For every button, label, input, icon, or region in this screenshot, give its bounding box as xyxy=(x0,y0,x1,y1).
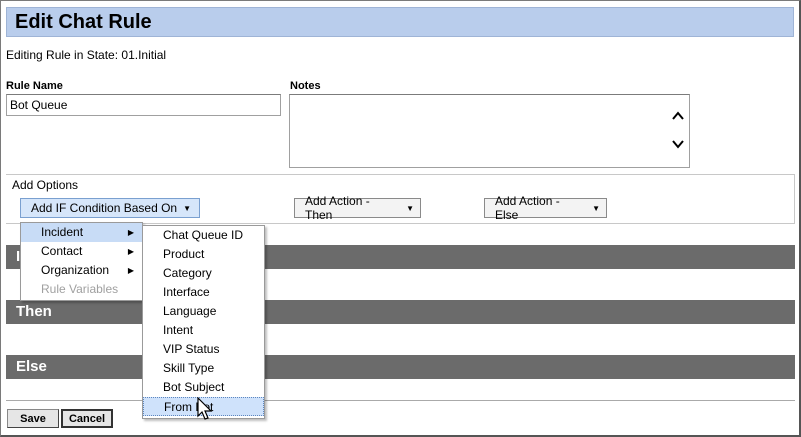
add-if-condition-button[interactable]: Add IF Condition Based On ▼ xyxy=(20,198,200,218)
submenu-item-product[interactable]: Product xyxy=(143,245,264,264)
caret-right-icon: ▶ xyxy=(127,228,134,237)
add-options-legend: Add Options xyxy=(12,178,79,192)
rule-name-label: Rule Name xyxy=(6,80,63,92)
caret-down-icon: ▼ xyxy=(592,203,600,213)
submenu-item-label: VIP Status xyxy=(163,342,220,356)
condition-menu: Incident ▶ Contact ▶ Organization ▶ Rule… xyxy=(20,222,143,301)
notes-label: Notes xyxy=(290,80,321,92)
menu-item-label: Incident xyxy=(41,225,84,239)
page-title: Edit Chat Rule xyxy=(15,11,152,33)
menu-item-label: Rule Variables xyxy=(41,282,119,296)
submenu-item-interface[interactable]: Interface xyxy=(143,283,264,302)
then-section-header: Then xyxy=(6,300,795,324)
state-text: Editing Rule in State: 01.Initial xyxy=(6,48,167,62)
rule-name-input[interactable] xyxy=(6,94,281,116)
submenu-item-label: Product xyxy=(163,247,205,261)
submenu-item-label: Bot Subject xyxy=(163,380,225,394)
menu-item-label: Contact xyxy=(41,244,83,258)
menu-item-label: Organization xyxy=(41,263,110,277)
caret-down-icon: ▼ xyxy=(183,203,192,213)
submenu-item-category[interactable]: Category xyxy=(143,264,264,283)
chevron-down-icon[interactable] xyxy=(671,137,685,151)
submenu-item-skill-type[interactable]: Skill Type xyxy=(143,359,264,378)
save-button[interactable]: Save xyxy=(7,409,59,428)
caret-right-icon: ▶ xyxy=(127,247,134,256)
menu-item-incident[interactable]: Incident ▶ xyxy=(21,223,142,242)
cancel-button[interactable]: Cancel xyxy=(61,409,113,428)
menu-item-organization[interactable]: Organization ▶ xyxy=(21,261,142,280)
caret-down-icon: ▼ xyxy=(406,203,414,213)
submenu-item-chat-queue-id[interactable]: Chat Queue ID xyxy=(143,226,264,245)
submenu-item-label: Chat Queue ID xyxy=(163,228,244,242)
add-if-condition-label: Add IF Condition Based On xyxy=(31,201,178,215)
menu-item-contact[interactable]: Contact ▶ xyxy=(21,242,142,261)
submenu-item-label: Category xyxy=(163,266,212,280)
title-bar: Edit Chat Rule xyxy=(6,7,794,37)
submenu-item-label: Intent xyxy=(163,323,194,337)
caret-right-icon: ▶ xyxy=(127,266,134,275)
else-section-label: Else xyxy=(16,358,47,375)
footer-divider xyxy=(6,400,795,401)
menu-item-rule-variables: Rule Variables xyxy=(21,280,142,299)
notes-textarea[interactable] xyxy=(289,94,690,168)
submenu-item-label: Skill Type xyxy=(163,361,215,375)
submenu-item-bot-subject[interactable]: Bot Subject xyxy=(143,378,264,397)
incident-submenu: Chat Queue ID Product Category Interface… xyxy=(142,225,265,419)
submenu-item-label: Interface xyxy=(163,285,210,299)
add-action-else-button[interactable]: Add Action - Else ▼ xyxy=(484,194,607,222)
else-section-header: Else xyxy=(6,355,795,379)
then-section-label: Then xyxy=(16,303,52,320)
submenu-item-vip-status[interactable]: VIP Status xyxy=(143,340,264,359)
submenu-item-intent[interactable]: Intent xyxy=(143,321,264,340)
add-action-else-label: Add Action - Else xyxy=(495,194,560,222)
add-action-then-button[interactable]: Add Action - Then ▼ xyxy=(294,194,421,222)
chevron-up-icon[interactable] xyxy=(671,109,685,123)
mouse-pointer-icon xyxy=(197,397,213,420)
submenu-item-label: Language xyxy=(163,304,217,318)
submenu-item-language[interactable]: Language xyxy=(143,302,264,321)
add-action-then-label: Add Action - Then xyxy=(305,194,370,222)
